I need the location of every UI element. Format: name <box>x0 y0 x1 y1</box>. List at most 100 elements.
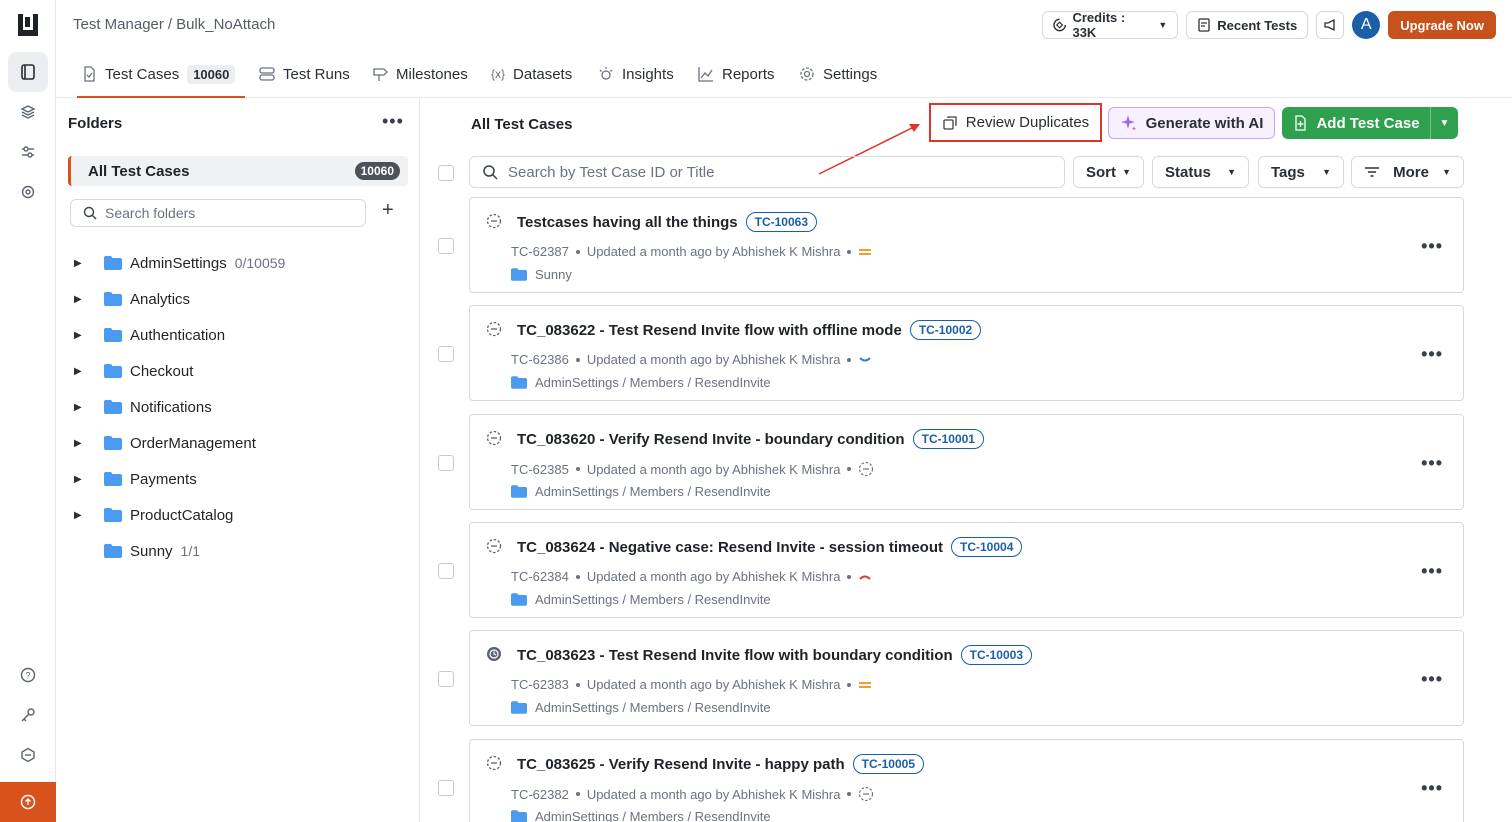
sort-label: Sort <box>1086 163 1116 181</box>
upgrade-button[interactable]: Upgrade Now <box>1388 11 1496 39</box>
caret-right-icon[interactable]: ▶ <box>74 258 88 269</box>
test-case-title[interactable]: TC_083623 - Test Resend Invite flow with… <box>517 647 953 664</box>
tab-test-runs[interactable]: Test Runs <box>259 50 350 98</box>
tc-badge: TC-10002 <box>909 320 982 340</box>
more-options-icon[interactable]: ••• <box>1421 561 1443 582</box>
more-options-icon[interactable]: ••• <box>1421 236 1443 257</box>
reports-icon <box>698 67 713 82</box>
row-checkbox[interactable] <box>438 455 454 471</box>
test-management-icon[interactable] <box>8 52 48 92</box>
chevron-down-icon: ▼ <box>1122 167 1131 177</box>
recent-tests-icon <box>1198 18 1210 32</box>
test-case-title[interactable]: TC_083620 - Verify Resend Invite - bound… <box>517 431 905 448</box>
folder-item[interactable]: ▶ Notifications <box>74 397 212 417</box>
row-checkbox[interactable] <box>438 238 454 254</box>
more-filters-dropdown[interactable]: More ▼ <box>1351 156 1464 188</box>
test-case-card[interactable]: TC_083625 - Verify Resend Invite - happy… <box>469 739 1464 822</box>
caret-right-icon[interactable]: ▶ <box>74 474 88 485</box>
folder-item[interactable]: ▶ Checkout <box>74 361 193 381</box>
test-case-title[interactable]: TC_083622 - Test Resend Invite flow with… <box>517 322 902 339</box>
test-case-card[interactable]: TC_083624 - Negative case: Resend Invite… <box>469 522 1464 618</box>
upload-icon[interactable] <box>0 782 56 822</box>
settings-gear-icon[interactable] <box>8 172 48 212</box>
help-icon[interactable]: ? <box>8 655 48 695</box>
folder-path: AdminSettings / Members / ResendInvite <box>535 809 771 822</box>
test-case-card[interactable]: TC_083620 - Verify Resend Invite - bound… <box>469 414 1464 510</box>
app-logo[interactable] <box>18 14 38 36</box>
folder-item[interactable]: ▶ ProductCatalog <box>74 505 233 525</box>
announcement-button[interactable] <box>1316 11 1345 39</box>
folder-icon <box>511 268 527 281</box>
sliders-icon[interactable] <box>8 132 48 172</box>
layers-icon[interactable] <box>8 92 48 132</box>
breadcrumb-current: Bulk_NoAttach <box>176 16 276 33</box>
folder-name: Payments <box>130 470 197 488</box>
folder-item[interactable]: ▶ Analytics <box>74 289 190 309</box>
tags-dropdown[interactable]: Tags ▼ <box>1258 156 1344 188</box>
status-dropdown[interactable]: Status ▼ <box>1152 156 1249 188</box>
test-case-title[interactable]: Testcases having all the things <box>517 214 738 231</box>
folder-search-input[interactable]: Search folders <box>70 199 366 227</box>
folders-more-icon[interactable]: ••• <box>382 111 404 132</box>
row-checkbox[interactable] <box>438 780 454 796</box>
tab-test-cases[interactable]: Test Cases 10060 <box>76 50 246 98</box>
test-case-id: TC-62382 <box>511 786 569 802</box>
test-case-title[interactable]: TC_083624 - Negative case: Resend Invite… <box>517 539 943 556</box>
tab-milestones[interactable]: Milestones <box>372 50 468 98</box>
add-folder-icon[interactable]: + <box>382 199 394 222</box>
test-case-card[interactable]: TC_083622 - Test Resend Invite flow with… <box>469 305 1464 401</box>
integrations-icon[interactable] <box>8 735 48 775</box>
test-case-title[interactable]: TC_083625 - Verify Resend Invite - happy… <box>517 756 845 773</box>
folder-item[interactable]: ▶ Authentication <box>74 325 225 345</box>
credits-icon <box>1053 18 1067 32</box>
recent-tests-button[interactable]: Recent Tests <box>1186 11 1309 39</box>
folder-path: AdminSettings / Members / ResendInvite <box>535 700 771 715</box>
tab-datasets[interactable]: {x} Datasets <box>491 50 572 98</box>
caret-right-icon[interactable]: ▶ <box>74 510 88 521</box>
row-checkbox[interactable] <box>438 563 454 579</box>
add-test-case-icon <box>1295 115 1307 131</box>
caret-right-icon[interactable]: ▶ <box>74 402 88 413</box>
breadcrumb-root[interactable]: Test Manager <box>73 16 164 33</box>
tab-reports[interactable]: Reports <box>698 50 775 98</box>
test-case-card[interactable]: TC_083623 - Test Resend Invite flow with… <box>469 630 1464 726</box>
tab-settings[interactable]: Settings <box>799 50 877 98</box>
folder-item[interactable]: Sunny 1/1 <box>74 541 200 561</box>
sort-dropdown[interactable]: Sort ▼ <box>1073 156 1144 188</box>
tc-badge: TC-10001 <box>912 429 984 449</box>
priority-low-icon <box>859 356 872 361</box>
tc-badge: TC-10003 <box>960 645 1032 665</box>
all-test-cases-folder[interactable]: All Test Cases 10060 <box>68 156 408 186</box>
caret-right-icon[interactable]: ▶ <box>74 438 88 449</box>
folder-name: Analytics <box>130 290 191 308</box>
caret-right-icon[interactable]: ▶ <box>74 330 88 341</box>
caret-right-icon[interactable]: ▶ <box>74 366 88 377</box>
tab-label: Settings <box>823 65 878 83</box>
add-test-case-dropdown[interactable]: ▼ <box>1430 107 1458 139</box>
folder-icon <box>511 593 527 606</box>
caret-right-icon[interactable]: ▶ <box>74 294 88 305</box>
folder-item[interactable]: ▶ OrderManagement <box>74 433 256 453</box>
more-options-icon[interactable]: ••• <box>1421 344 1443 365</box>
folder-item[interactable]: ▶ Payments <box>74 469 197 489</box>
folder-path: Sunny <box>535 267 572 282</box>
duplicates-icon <box>943 115 957 130</box>
updated-text: Updated a month ago by Abhishek K Mishra <box>586 786 841 802</box>
generate-with-ai-button[interactable]: Generate with AI <box>1108 107 1275 139</box>
row-checkbox[interactable] <box>438 671 454 687</box>
key-icon[interactable] <box>8 695 48 735</box>
test-case-search-input[interactable]: Search by Test Case ID or Title <box>469 156 1065 188</box>
avatar[interactable]: A <box>1352 11 1381 39</box>
more-options-icon[interactable]: ••• <box>1421 778 1443 799</box>
folder-item[interactable]: ▶ AdminSettings 0/10059 <box>74 253 285 273</box>
row-checkbox[interactable] <box>438 346 454 362</box>
more-options-icon[interactable]: ••• <box>1421 669 1443 690</box>
add-test-case-button[interactable]: Add Test Case ▼ <box>1282 107 1458 139</box>
credits-button[interactable]: Credits : 33K ▼ <box>1042 10 1179 40</box>
more-options-icon[interactable]: ••• <box>1421 453 1443 474</box>
folder-icon <box>104 544 122 558</box>
test-case-card[interactable]: Testcases having all the things TC-10063 … <box>469 197 1464 293</box>
tab-insights[interactable]: Insights <box>598 50 674 98</box>
review-duplicates-button[interactable]: Review Duplicates <box>929 103 1102 142</box>
select-all-checkbox[interactable] <box>438 165 454 181</box>
